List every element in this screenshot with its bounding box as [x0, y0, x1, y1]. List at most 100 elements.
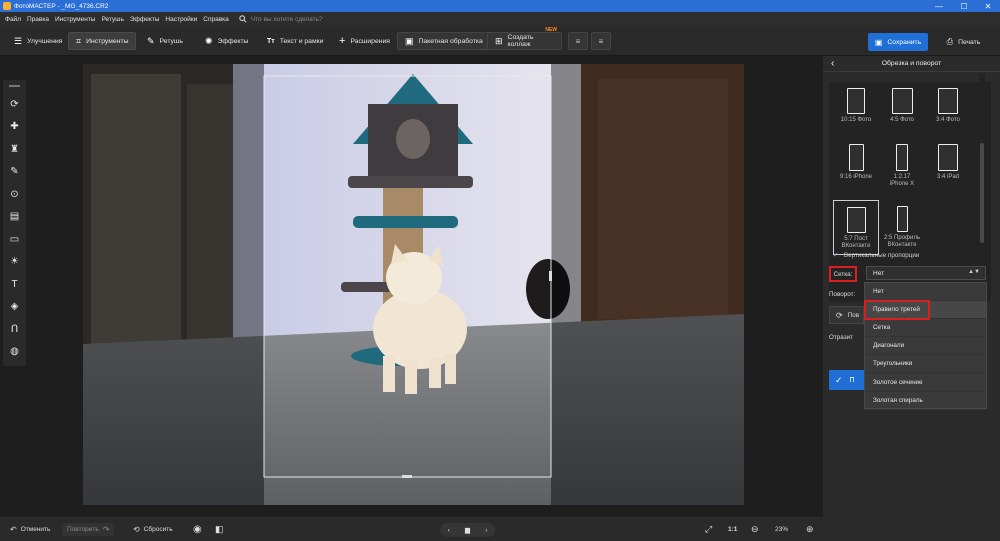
- menu-settings[interactable]: Настройки: [165, 16, 197, 23]
- grid-option-golden-ratio[interactable]: Золотое сечение: [865, 373, 986, 392]
- back-arrow-icon[interactable]: ‹: [831, 58, 834, 69]
- grid-select[interactable]: Нет ▲▼: [866, 266, 986, 280]
- ratio-shape: [896, 206, 908, 232]
- toolbar-grip[interactable]: [9, 85, 20, 87]
- rotation-label: Поворот:: [829, 291, 856, 298]
- list-settings-icon[interactable]: ≡: [568, 32, 588, 50]
- create-collage-button[interactable]: ⊞ Создать коллаж NEW: [487, 27, 562, 50]
- grid-option-triangles[interactable]: Треугольники: [865, 355, 986, 374]
- tab-label: Расширения: [350, 37, 390, 45]
- grid-option-grid[interactable]: Сетка: [865, 319, 986, 338]
- healing-patch-icon[interactable]: ✚: [3, 116, 26, 139]
- scrollbar-thumb[interactable]: [980, 143, 984, 243]
- batch-label: Пакетная обработка: [418, 37, 483, 45]
- prev-image-icon[interactable]: ‹: [448, 527, 450, 534]
- ratio-label: 2:5 Профиль ВКонтакте: [884, 235, 920, 248]
- left-toolbar: ⟳ ✚ ♜ ✎ ⊙ ▤ ▭ ☀ T ◈ Ո ◍: [3, 80, 26, 366]
- undo-button[interactable]: ↶ Отменить: [10, 523, 50, 536]
- ratio-shape: [847, 88, 865, 114]
- reflect-label: Отразит: [829, 334, 854, 341]
- tab-retouch[interactable]: ✎ Ретушь: [140, 32, 190, 50]
- ratio-shape: [891, 88, 913, 114]
- fill-icon[interactable]: ◈: [3, 296, 26, 319]
- close-button[interactable]: ✕: [977, 0, 999, 12]
- menu-help[interactable]: Справка: [203, 16, 229, 23]
- menu-tools[interactable]: Инструменты: [55, 16, 96, 23]
- redo-button[interactable]: Повторить ↷: [62, 523, 115, 536]
- brush-icon: ✎: [147, 35, 155, 46]
- ratio-label: 3:4 iPad: [936, 174, 960, 180]
- collage-label: Создать коллаж: [507, 34, 534, 48]
- zoom-out-icon[interactable]: ⊖: [751, 523, 759, 536]
- globe-icon[interactable]: ◍: [3, 341, 26, 364]
- batch-icon: ▣: [405, 35, 414, 46]
- tab-effects[interactable]: ✺ Эффекты: [198, 32, 255, 50]
- ratio-label: 1:2.17 iPhone X: [889, 174, 915, 187]
- tab-extensions[interactable]: + Расширения: [332, 32, 397, 50]
- navigation-group: ‹ ▆ ›: [440, 523, 495, 537]
- undo-icon: ↶: [10, 525, 17, 534]
- chevron-updown-icon: ▲▼: [968, 269, 980, 275]
- actual-size-button[interactable]: 1:1: [728, 523, 737, 536]
- menu-file[interactable]: Файл: [5, 16, 21, 23]
- grid-option-none[interactable]: Нет: [865, 283, 986, 302]
- ratio-ipad[interactable]: 3:4 iPad: [925, 144, 971, 197]
- tab-enhancements[interactable]: ☰ Улучшения: [7, 32, 69, 50]
- text-icon[interactable]: T: [3, 273, 26, 296]
- menu-search[interactable]: Что вы хотите сделать?: [239, 15, 323, 23]
- vertical-proportions-checkbox[interactable]: ✓ Вертикальные пропорции: [833, 251, 919, 260]
- save-button[interactable]: ▣ Сохранить: [868, 33, 928, 51]
- preview-eye-icon[interactable]: ◉: [193, 523, 202, 536]
- magnet-icon[interactable]: Ո: [3, 318, 26, 341]
- gradient-filter-icon[interactable]: ▤: [3, 206, 26, 229]
- apply-button[interactable]: ✓ П: [829, 370, 864, 390]
- minimize-button[interactable]: —: [928, 0, 950, 12]
- main-toolbar: ☰ Улучшения ⌗ Инструменты ✎ Ретушь ✺ Эфф…: [0, 26, 1000, 56]
- compare-icon[interactable]: ◧: [215, 523, 224, 536]
- menu-retouch[interactable]: Ретушь: [101, 16, 123, 23]
- window-title: ФотоМАСТЕР - _MG_4736.CR2: [14, 2, 109, 10]
- tab-text-frames[interactable]: Tт Текст и рамки: [260, 32, 330, 50]
- menu-effects[interactable]: Эффекты: [130, 16, 160, 23]
- fit-screen-icon[interactable]: ⤢: [705, 523, 712, 536]
- print-icon: ⎙: [946, 37, 954, 46]
- list-remove-icon[interactable]: ≡: [591, 32, 611, 50]
- print-button[interactable]: ⎙ Печать: [936, 33, 991, 51]
- text-icon: Tт: [267, 37, 275, 45]
- folder-icon[interactable]: ▆: [465, 526, 470, 534]
- menu-edit[interactable]: Правка: [27, 16, 49, 23]
- zoom-in-icon[interactable]: ⊕: [806, 523, 814, 536]
- print-label: Печать: [958, 38, 981, 46]
- rotate-button[interactable]: ⟳ Пов: [829, 306, 864, 324]
- ratio-3-4[interactable]: 3:4 Фото: [925, 88, 971, 141]
- rotate-icon[interactable]: ⟳: [3, 93, 26, 116]
- search-placeholder: Что вы хотите сделать?: [250, 15, 323, 23]
- panel-title: Обрезка и поворот: [881, 60, 942, 67]
- grid-option-golden-spiral[interactable]: Золотая спираль: [865, 392, 986, 410]
- ratio-4-5[interactable]: 4:5 Фото: [879, 88, 925, 141]
- ratio-1-2-17[interactable]: 1:2.17 iPhone X: [879, 144, 925, 197]
- highlight-box: [864, 300, 930, 320]
- ratio-scrollbar[interactable]: [979, 73, 985, 245]
- ratio-9-16[interactable]: 9:16 iPhone: [833, 144, 879, 197]
- radial-filter-icon[interactable]: ⊙: [3, 183, 26, 206]
- grid-option-diagonals[interactable]: Диагонали: [865, 337, 986, 356]
- tab-tools[interactable]: ⌗ Инструменты: [68, 32, 137, 50]
- maximize-button[interactable]: ☐: [953, 0, 975, 12]
- light-icon[interactable]: ☀: [3, 251, 26, 274]
- grid-label: Сетка:: [829, 266, 857, 282]
- ratio-shape: [896, 144, 908, 171]
- menu-bar: Файл Правка Инструменты Ретушь Эффекты Н…: [0, 12, 1000, 26]
- next-image-icon[interactable]: ›: [485, 527, 487, 534]
- batch-processing-button[interactable]: ▣ Пакетная обработка: [397, 32, 491, 50]
- ratio-2-5-vk-profile[interactable]: 2:5 Профиль ВКонтакте: [879, 200, 925, 253]
- reset-button[interactable]: ⟲ Сбросить: [133, 523, 173, 536]
- tab-label: Инструменты: [86, 37, 129, 45]
- brush-icon[interactable]: ✎: [3, 161, 26, 184]
- vignette-icon[interactable]: ▭: [3, 228, 26, 251]
- stamp-icon[interactable]: ♜: [3, 138, 26, 161]
- ratio-10-15[interactable]: 10:15 Фото: [833, 88, 879, 141]
- ratio-5-7-vk-post[interactable]: 5:7 Пост ВКонтакте: [833, 200, 879, 255]
- ratio-shape: [848, 144, 864, 171]
- photo-canvas[interactable]: [83, 64, 744, 505]
